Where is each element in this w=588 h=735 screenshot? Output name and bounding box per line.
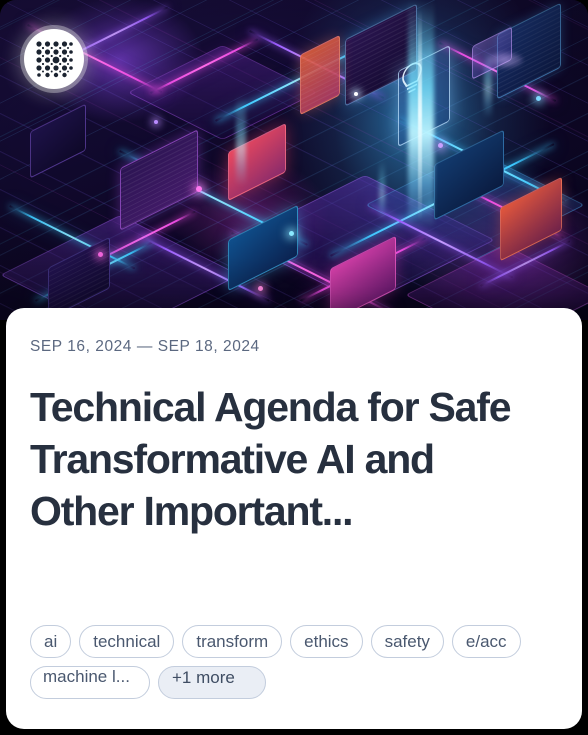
event-card[interactable]: SEP 16, 2024 — SEP 18, 2024 Technical Ag… [0, 0, 588, 735]
event-card-body: SEP 16, 2024 — SEP 18, 2024 Technical Ag… [6, 308, 582, 729]
tag-e-acc[interactable]: e/acc [451, 625, 521, 658]
tag-safety[interactable]: safety [370, 625, 444, 658]
hero-vignette [0, 0, 588, 320]
tag-ai[interactable]: ai [30, 625, 72, 658]
event-title[interactable]: Technical Agenda for Safe Transformative… [30, 381, 535, 537]
tag-list: ai technical transform ethics safety e/acc mac… [30, 625, 560, 699]
event-date-range: SEP 16, 2024 — SEP 18, 2024 [30, 338, 260, 355]
tag-ethics[interactable]: ethics [290, 625, 363, 658]
tag-transform[interactable]: transform [182, 625, 283, 658]
tag-technical[interactable]: technical [79, 625, 175, 658]
organization-logo-badge[interactable] [24, 29, 84, 89]
tag-machine-learning[interactable]: machine l... [30, 666, 150, 699]
dotted-grid-logo-icon [36, 41, 73, 78]
tag-more-badge[interactable]: +1 more [158, 666, 266, 699]
hero-image [0, 0, 588, 320]
